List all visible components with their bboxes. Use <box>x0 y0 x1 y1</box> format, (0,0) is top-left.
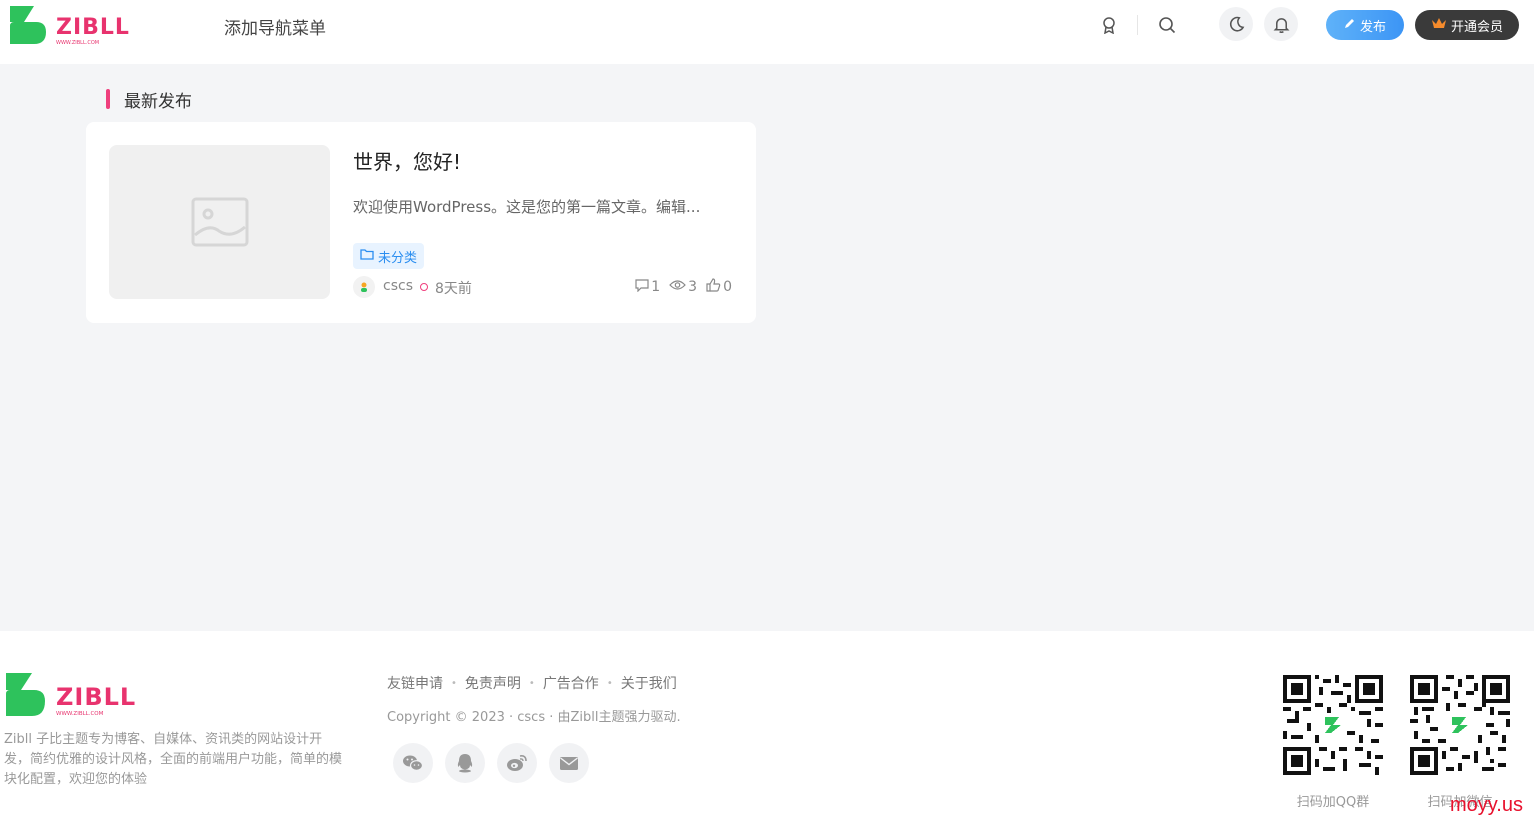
thumbs-up-icon <box>706 278 721 296</box>
author-name[interactable]: cscs <box>383 278 413 294</box>
qq-group-qr-code <box>1283 675 1383 775</box>
post-title[interactable]: 世界，您好! <box>353 146 461 175</box>
footer-logo[interactable]: ZIBLL WWW.ZIBLL.COM <box>4 671 154 719</box>
vip-button[interactable]: 开通会员 <box>1415 10 1519 40</box>
site-footer: ZIBLL WWW.ZIBLL.COM Zibll 子比主题专为博客、自媒体、资… <box>0 631 1534 821</box>
footer-description: Zibll 子比主题专为博客、自媒体、资讯类的网站设计开发，简约优雅的设计风格，… <box>4 732 343 787</box>
svg-text:ZIBLL: ZIBLL <box>56 15 130 40</box>
watermark-text: moyy.us <box>1450 794 1523 816</box>
publish-button[interactable]: 发布 <box>1326 10 1404 40</box>
link-separator: • <box>451 677 457 689</box>
section-title: 最新发布 <box>124 92 192 112</box>
image-placeholder-icon <box>191 197 248 247</box>
footer-copyright: Copyright © 2023 · cscs · 由Zibll主题强力驱动. <box>387 710 681 725</box>
footer-link-disclaimer[interactable]: 免责声明 <box>465 673 521 693</box>
search-icon[interactable] <box>1152 10 1182 40</box>
qq-icon[interactable] <box>445 743 485 783</box>
footer-link-about[interactable]: 关于我们 <box>621 673 677 693</box>
post-thumbnail[interactable] <box>109 145 330 299</box>
post-stats: 1 3 0 <box>635 278 732 296</box>
post-card[interactable]: 世界，您好! 欢迎使用WordPress。这是您的第一篇文章。编辑... 未分类… <box>86 122 756 323</box>
top-header: ZIBLL WWW.ZIBLL.COM 添加导航菜单 发布 开通会员 <box>0 0 1534 64</box>
footer-link-friend[interactable]: 友链申请 <box>387 673 443 693</box>
pencil-icon <box>1344 17 1356 33</box>
vip-label: 开通会员 <box>1450 19 1503 35</box>
svg-text:ZIBLL: ZIBLL <box>56 683 136 711</box>
link-separator: • <box>528 677 535 689</box>
link-separator: • <box>606 677 613 689</box>
view-count: 3 <box>669 278 697 296</box>
mail-icon[interactable] <box>549 743 589 783</box>
author-avatar[interactable] <box>353 276 375 298</box>
post-excerpt: 欢迎使用WordPress。这是您的第一篇文章。编辑... <box>353 198 701 216</box>
weibo-icon[interactable] <box>497 743 537 783</box>
footer-links: 友链申请 • 免责声明 • 广告合作 • 关于我们 <box>387 673 677 693</box>
category-tag[interactable]: 未分类 <box>353 243 425 269</box>
section-accent-bar <box>106 89 110 109</box>
qq-group-qr-label: 扫码加QQ群 <box>1296 795 1370 810</box>
dark-mode-icon[interactable] <box>1219 7 1253 41</box>
svg-text:WWW.ZIBLL.COM: WWW.ZIBLL.COM <box>56 711 104 717</box>
notification-bell-icon[interactable] <box>1264 7 1298 41</box>
comment-icon <box>635 278 649 296</box>
view-count-value: 3 <box>688 279 698 295</box>
publish-label: 发布 <box>1359 19 1386 35</box>
social-links <box>393 743 589 783</box>
comment-count[interactable]: 1 <box>635 278 660 296</box>
folder-icon <box>360 248 374 264</box>
svg-text:WWW.ZIBLL.COM: WWW.ZIBLL.COM <box>56 40 99 46</box>
meta-dot <box>420 283 428 291</box>
like-count[interactable]: 0 <box>706 278 732 296</box>
header-divider <box>1137 15 1138 35</box>
footer-link-ads[interactable]: 广告合作 <box>543 673 599 693</box>
wechat-qr-code <box>1410 675 1510 775</box>
wechat-icon[interactable] <box>393 743 433 783</box>
add-nav-menu-link[interactable]: 添加导航菜单 <box>224 14 326 39</box>
badge-icon[interactable] <box>1094 10 1124 40</box>
comment-count-value: 1 <box>651 279 661 295</box>
eye-icon <box>669 279 686 295</box>
site-logo[interactable]: ZIBLL WWW.ZIBLL.COM <box>8 4 148 48</box>
crown-icon <box>1431 16 1447 34</box>
like-count-value: 0 <box>723 279 732 295</box>
category-label: 未分类 <box>378 250 418 266</box>
post-time: 8天前 <box>435 281 472 297</box>
